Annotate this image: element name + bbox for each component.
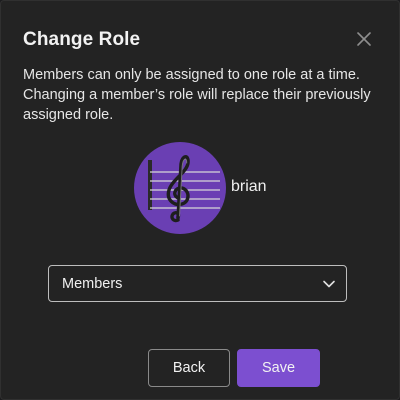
member-info: brian (134, 142, 267, 234)
dialog-title: Change Role (23, 29, 141, 50)
role-select-value: Members (62, 276, 123, 292)
back-button[interactable]: Back (148, 349, 230, 387)
dialog-description: Members can only be assigned to one role… (23, 67, 371, 123)
avatar (134, 142, 226, 234)
close-icon[interactable] (353, 28, 375, 50)
save-button[interactable]: Save (237, 349, 320, 387)
treble-clef-icon (148, 155, 220, 223)
chevron-down-icon (322, 277, 336, 291)
change-role-dialog: Change Role Members can only be assigned… (0, 0, 400, 400)
member-name: brian (231, 178, 267, 195)
role-select[interactable]: Members (48, 265, 347, 302)
